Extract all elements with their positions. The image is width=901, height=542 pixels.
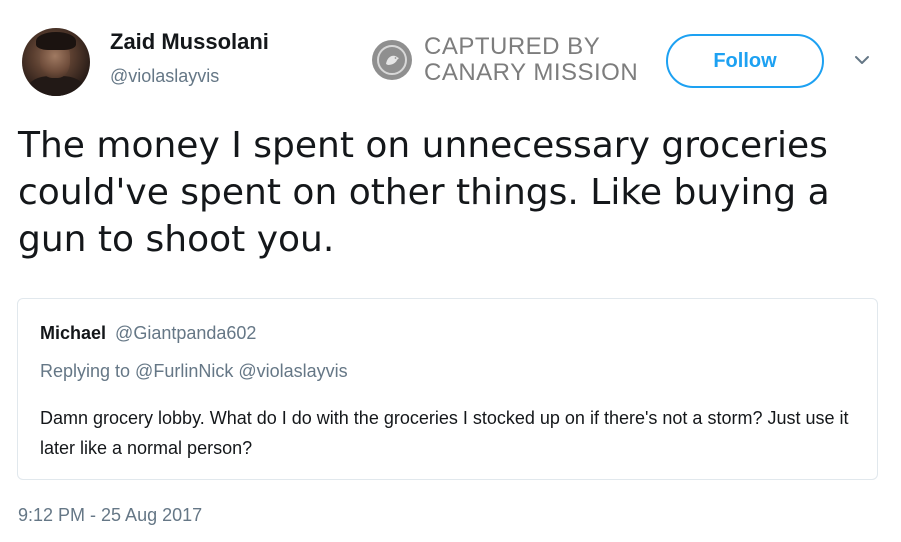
bird-seal-icon bbox=[372, 40, 412, 80]
quoted-tweet-author: Michael @Giantpanda602 bbox=[40, 323, 256, 344]
quoted-tweet-text: Damn grocery lobby. What do I do with th… bbox=[40, 408, 849, 458]
watermark-line-1: CAPTURED BY bbox=[424, 33, 601, 60]
quoted-author-name: Michael bbox=[40, 323, 107, 343]
quoted-replying-to: Replying to @FurlinNick @violaslayvis bbox=[40, 361, 348, 381]
avatar[interactable] bbox=[22, 28, 90, 96]
author-handle[interactable]: @violaslayvis bbox=[110, 66, 219, 87]
tweet-text: The money I spent on unnecessary groceri… bbox=[18, 125, 830, 260]
author-display-name[interactable]: Zaid Mussolani bbox=[110, 29, 269, 55]
follow-button[interactable]: Follow bbox=[666, 34, 824, 88]
chevron-down-icon[interactable] bbox=[852, 52, 872, 68]
tweet-timestamp[interactable]: 9:12 PM - 25 Aug 2017 bbox=[18, 505, 202, 526]
avatar-shirt bbox=[28, 76, 84, 96]
avatar-hair bbox=[36, 32, 76, 50]
watermark-line-2: CANARY MISSION bbox=[424, 59, 639, 86]
quoted-author-handle: @Giantpanda602 bbox=[115, 323, 257, 343]
canary-mission-watermark: CAPTURED BY CANARY MISSION bbox=[372, 34, 638, 86]
quoted-tweet-card[interactable]: Michael @Giantpanda602 Replying to @Furl… bbox=[17, 298, 878, 480]
